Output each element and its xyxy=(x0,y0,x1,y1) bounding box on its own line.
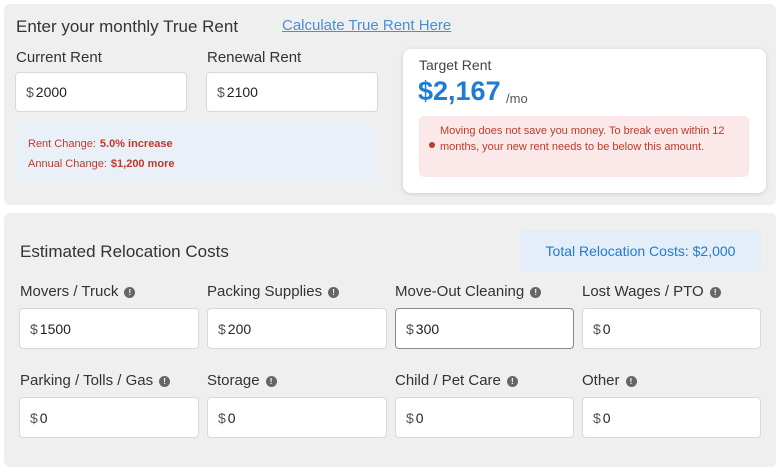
other-input[interactable]: $ xyxy=(582,397,761,438)
rent-change-label: Rent Change: xyxy=(28,138,96,150)
renewal-rent-input[interactable]: $ xyxy=(206,72,378,112)
other-label: Other! xyxy=(582,372,637,389)
target-rent-unit: /mo xyxy=(506,91,528,106)
alert-dot-icon xyxy=(429,142,435,148)
break-even-alert-text: Moving does not save you money. To break… xyxy=(440,125,725,153)
current-rent-field[interactable] xyxy=(35,84,156,100)
lost-wages-input[interactable]: $ xyxy=(582,308,761,349)
parking-tolls-gas-label: Parking / Tolls / Gas! xyxy=(20,372,171,389)
target-rent-value: $2,167 xyxy=(418,76,501,106)
annual-change-label: Annual Change: xyxy=(28,158,107,170)
info-icon[interactable]: ! xyxy=(506,376,518,387)
storage-input[interactable]: $ xyxy=(207,397,387,438)
movers-truck-label-text: Movers / Truck xyxy=(20,283,119,300)
currency-symbol: $ xyxy=(593,409,601,426)
info-icon[interactable]: ! xyxy=(328,287,340,298)
move-out-cleaning-field[interactable] xyxy=(415,320,536,337)
other-field[interactable] xyxy=(602,409,723,426)
currency-symbol: $ xyxy=(406,409,414,426)
relocation-costs-heading: Estimated Relocation Costs xyxy=(20,242,229,261)
packing-supplies-label: Packing Supplies! xyxy=(207,283,340,300)
target-rent-card: Target Rent $2,167 /mo Moving does not s… xyxy=(403,49,766,193)
rent-change-line: Rent Change: 5.0% increase xyxy=(28,138,173,150)
info-icon[interactable]: ! xyxy=(625,376,637,387)
currency-symbol: $ xyxy=(30,409,38,426)
lost-wages-label: Lost Wages / PTO! xyxy=(582,283,721,300)
move-out-cleaning-label-text: Move-Out Cleaning xyxy=(395,283,525,300)
info-icon[interactable]: ! xyxy=(124,287,136,298)
other-label-text: Other xyxy=(582,372,620,389)
currency-symbol: $ xyxy=(30,320,38,337)
annual-change-value: $1,200 more xyxy=(110,158,175,170)
parking-tolls-gas-field[interactable] xyxy=(39,409,160,426)
child-pet-care-input[interactable]: $ xyxy=(395,397,574,438)
renewal-rent-field[interactable] xyxy=(226,84,347,100)
renewal-rent-label: Renewal Rent xyxy=(207,49,302,66)
currency-symbol: $ xyxy=(406,320,414,337)
currency-symbol: $ xyxy=(218,320,226,337)
lost-wages-field[interactable] xyxy=(602,320,723,337)
storage-label-text: Storage xyxy=(207,372,260,389)
parking-tolls-gas-label-text: Parking / Tolls / Gas xyxy=(20,372,154,389)
storage-label: Storage! xyxy=(207,372,277,389)
packing-supplies-input[interactable]: $ xyxy=(207,308,387,349)
current-rent-input[interactable]: $ xyxy=(15,72,187,112)
move-out-cleaning-input[interactable]: $ xyxy=(395,308,574,349)
rent-change-summary: Rent Change: 5.0% increase Annual Change:… xyxy=(15,123,377,183)
movers-truck-input[interactable]: $ xyxy=(19,308,199,349)
movers-truck-label: Movers / Truck! xyxy=(20,283,136,300)
child-pet-care-field[interactable] xyxy=(415,409,536,426)
currency-symbol: $ xyxy=(218,409,226,426)
storage-field[interactable] xyxy=(227,409,348,426)
movers-truck-field[interactable] xyxy=(39,320,160,337)
parking-tolls-gas-input[interactable]: $ xyxy=(19,397,199,438)
info-icon[interactable]: ! xyxy=(709,287,721,298)
info-icon[interactable]: ! xyxy=(159,376,171,387)
child-pet-care-label: Child / Pet Care! xyxy=(395,372,518,389)
target-rent-label: Target Rent xyxy=(419,57,492,73)
currency-symbol: $ xyxy=(26,84,34,100)
calculate-true-rent-link[interactable]: Calculate True Rent Here xyxy=(282,17,451,34)
break-even-alert: Moving does not save you money. To break… xyxy=(419,116,749,177)
move-out-cleaning-label: Move-Out Cleaning! xyxy=(395,283,542,300)
currency-symbol: $ xyxy=(593,320,601,337)
lost-wages-label-text: Lost Wages / PTO xyxy=(582,283,704,300)
packing-supplies-label-text: Packing Supplies xyxy=(207,283,323,300)
annual-change-line: Annual Change: $1,200 more xyxy=(28,158,175,170)
packing-supplies-field[interactable] xyxy=(227,320,348,337)
true-rent-heading: Enter your monthly True Rent xyxy=(16,17,239,36)
currency-symbol: $ xyxy=(217,84,225,100)
child-pet-care-label-text: Child / Pet Care xyxy=(395,372,501,389)
rent-change-value: 5.0% increase xyxy=(99,138,173,150)
current-rent-label: Current Rent xyxy=(16,49,102,66)
info-icon[interactable]: ! xyxy=(265,376,277,387)
total-relocation-costs: Total Relocation Costs: $2,000 xyxy=(520,230,761,272)
info-icon[interactable]: ! xyxy=(530,287,542,298)
